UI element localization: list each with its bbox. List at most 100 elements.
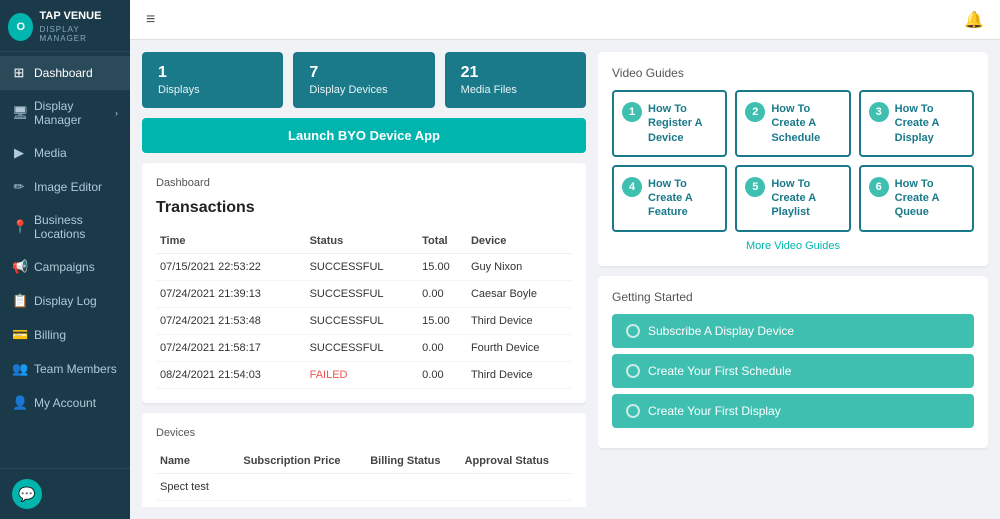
more-guides-link[interactable]: More Video Guides xyxy=(612,240,974,252)
sidebar-item-billing[interactable]: 💳 Billing xyxy=(0,318,130,352)
right-column: Video Guides 1 How To Register A Device … xyxy=(598,52,988,507)
gs-radio xyxy=(626,364,640,378)
guide-text: How To Create A Feature xyxy=(648,177,717,220)
guide-card-1[interactable]: 1 How To Register A Device xyxy=(612,90,727,157)
guide-text: How To Create A Playlist xyxy=(771,177,840,220)
getting-started-items: Subscribe A Display Device Create Your F… xyxy=(612,314,974,428)
cell-billing xyxy=(366,474,460,501)
nav-label: Media xyxy=(34,146,67,160)
cell-total: 15.00 xyxy=(418,254,467,281)
bell-icon[interactable]: 🔔 xyxy=(964,10,984,30)
sidebar-item-dashboard[interactable]: ⊞ Dashboard xyxy=(0,56,130,90)
gs-item-label: Subscribe A Display Device xyxy=(648,324,794,338)
devices-table: NameSubscription PriceBilling StatusAppr… xyxy=(156,449,572,507)
nav-icon: 💳 xyxy=(12,327,26,343)
nav-label: Display Log xyxy=(34,294,97,308)
cell-price: 15.00 xyxy=(239,501,366,508)
cell-device: Third Device xyxy=(467,308,572,335)
breadcrumb: Dashboard xyxy=(156,177,572,189)
nav-label: My Account xyxy=(34,396,96,410)
devices-tbody: Spect test Sixth Device 15.00 paid xyxy=(156,474,572,508)
cell-time: 08/24/2021 21:54:03 xyxy=(156,362,306,389)
nav-icon: 📢 xyxy=(12,259,26,275)
cell-time: 07/24/2021 21:58:17 xyxy=(156,335,306,362)
nav-icon: ▶ xyxy=(12,145,26,161)
col-header: Name xyxy=(156,449,239,474)
table-row: 07/24/2021 21:58:17 SUCCESSFUL 0.00 Four… xyxy=(156,335,572,362)
guide-number: 1 xyxy=(622,102,642,122)
guide-number: 6 xyxy=(869,177,889,197)
col-header: Subscription Price xyxy=(239,449,366,474)
guide-card-6[interactable]: 6 How To Create A Queue xyxy=(859,165,974,232)
col-header: Billing Status xyxy=(366,449,460,474)
col-header: Time xyxy=(156,229,306,254)
gs-item-label: Create Your First Schedule xyxy=(648,364,791,378)
col-header: Status xyxy=(306,229,419,254)
cell-device: Third Device xyxy=(467,362,572,389)
sidebar-item-my-account[interactable]: 👤 My Account xyxy=(0,386,130,420)
sidebar-logo: O TAP VENUE DISPLAY MANAGER xyxy=(0,0,130,52)
stat-number: 1 xyxy=(158,64,267,82)
chevron-icon: › xyxy=(115,108,118,118)
getting-started-item-1[interactable]: Create Your First Schedule xyxy=(612,354,974,388)
nav-label: Dashboard xyxy=(34,66,93,80)
getting-started-item-0[interactable]: Subscribe A Display Device xyxy=(612,314,974,348)
cell-time: 07/24/2021 21:53:48 xyxy=(156,308,306,335)
launch-byo-button[interactable]: Launch BYO Device App xyxy=(142,118,586,153)
cell-device: Fourth Device xyxy=(467,335,572,362)
sidebar-item-campaigns[interactable]: 📢 Campaigns xyxy=(0,250,130,284)
stat-label: Displays xyxy=(158,84,267,96)
guide-card-3[interactable]: 3 How To Create A Display xyxy=(859,90,974,157)
sidebar-item-media[interactable]: ▶ Media xyxy=(0,136,130,170)
cell-time: 07/24/2021 21:39:13 xyxy=(156,281,306,308)
table-row: 07/15/2021 22:53:22 SUCCESSFUL 15.00 Guy… xyxy=(156,254,572,281)
guide-text: How To Create A Schedule xyxy=(771,102,840,145)
getting-started-title: Getting Started xyxy=(612,290,974,304)
nav-icon: 📍 xyxy=(12,219,26,235)
logo-text: TAP VENUE xyxy=(39,10,122,23)
chat-icon[interactable]: 💬 xyxy=(12,479,42,509)
cell-status: SUCCESSFUL xyxy=(306,335,419,362)
nav-icon: 🖥 xyxy=(12,105,26,121)
cell-time: 07/15/2021 22:53:22 xyxy=(156,254,306,281)
stat-label: Display Devices xyxy=(309,84,418,96)
sidebar-item-business-locations[interactable]: 📍 Business Locations xyxy=(0,204,130,250)
cell-name: Sixth Device xyxy=(156,501,239,508)
sidebar-item-team-members[interactable]: 👥 Team Members xyxy=(0,352,130,386)
stat-card-media-files: 21 Media Files xyxy=(445,52,586,108)
guide-number: 3 xyxy=(869,102,889,122)
table-row: 08/24/2021 21:54:03 FAILED 0.00 Third De… xyxy=(156,362,572,389)
guide-card-2[interactable]: 2 How To Create A Schedule xyxy=(735,90,850,157)
cell-billing: paid xyxy=(366,501,460,508)
devices-thead: NameSubscription PriceBilling StatusAppr… xyxy=(156,449,572,474)
sidebar-item-display-manager[interactable]: 🖥 Display Manager › xyxy=(0,90,130,136)
cell-device: Guy Nixon xyxy=(467,254,572,281)
getting-started-item-2[interactable]: Create Your First Display xyxy=(612,394,974,428)
gs-radio xyxy=(626,324,640,338)
stats-row: 1 Displays 7 Display Devices 21 Media Fi… xyxy=(142,52,586,108)
sidebar: O TAP VENUE DISPLAY MANAGER ⊞ Dashboard … xyxy=(0,0,130,519)
guide-card-5[interactable]: 5 How To Create A Playlist xyxy=(735,165,850,232)
transactions-thead: TimeStatusTotalDevice xyxy=(156,229,572,254)
cell-status: SUCCESSFUL xyxy=(306,281,419,308)
devices-header-row: NameSubscription PriceBilling StatusAppr… xyxy=(156,449,572,474)
hamburger-icon[interactable]: ≡ xyxy=(146,11,155,29)
nav-label: Billing xyxy=(34,328,66,342)
transactions-tbody: 07/15/2021 22:53:22 SUCCESSFUL 15.00 Guy… xyxy=(156,254,572,389)
devices-card: Devices NameSubscription PriceBilling St… xyxy=(142,413,586,507)
guide-text: How To Create A Queue xyxy=(895,177,964,220)
cell-total: 0.00 xyxy=(418,335,467,362)
sidebar-item-image-editor[interactable]: ✏ Image Editor xyxy=(0,170,130,204)
gs-radio xyxy=(626,404,640,418)
sidebar-item-display-log[interactable]: 📋 Display Log xyxy=(0,284,130,318)
stat-number: 7 xyxy=(309,64,418,82)
stat-number: 21 xyxy=(461,64,570,82)
guide-card-4[interactable]: 4 How To Create A Feature xyxy=(612,165,727,232)
nav-label: Team Members xyxy=(34,362,117,376)
stat-label: Media Files xyxy=(461,84,570,96)
col-header: Total xyxy=(418,229,467,254)
getting-started-card: Getting Started Subscribe A Display Devi… xyxy=(598,276,988,448)
logo-sub: DISPLAY MANAGER xyxy=(39,25,122,43)
nav-label: Campaigns xyxy=(34,260,95,274)
cell-total: 0.00 xyxy=(418,281,467,308)
